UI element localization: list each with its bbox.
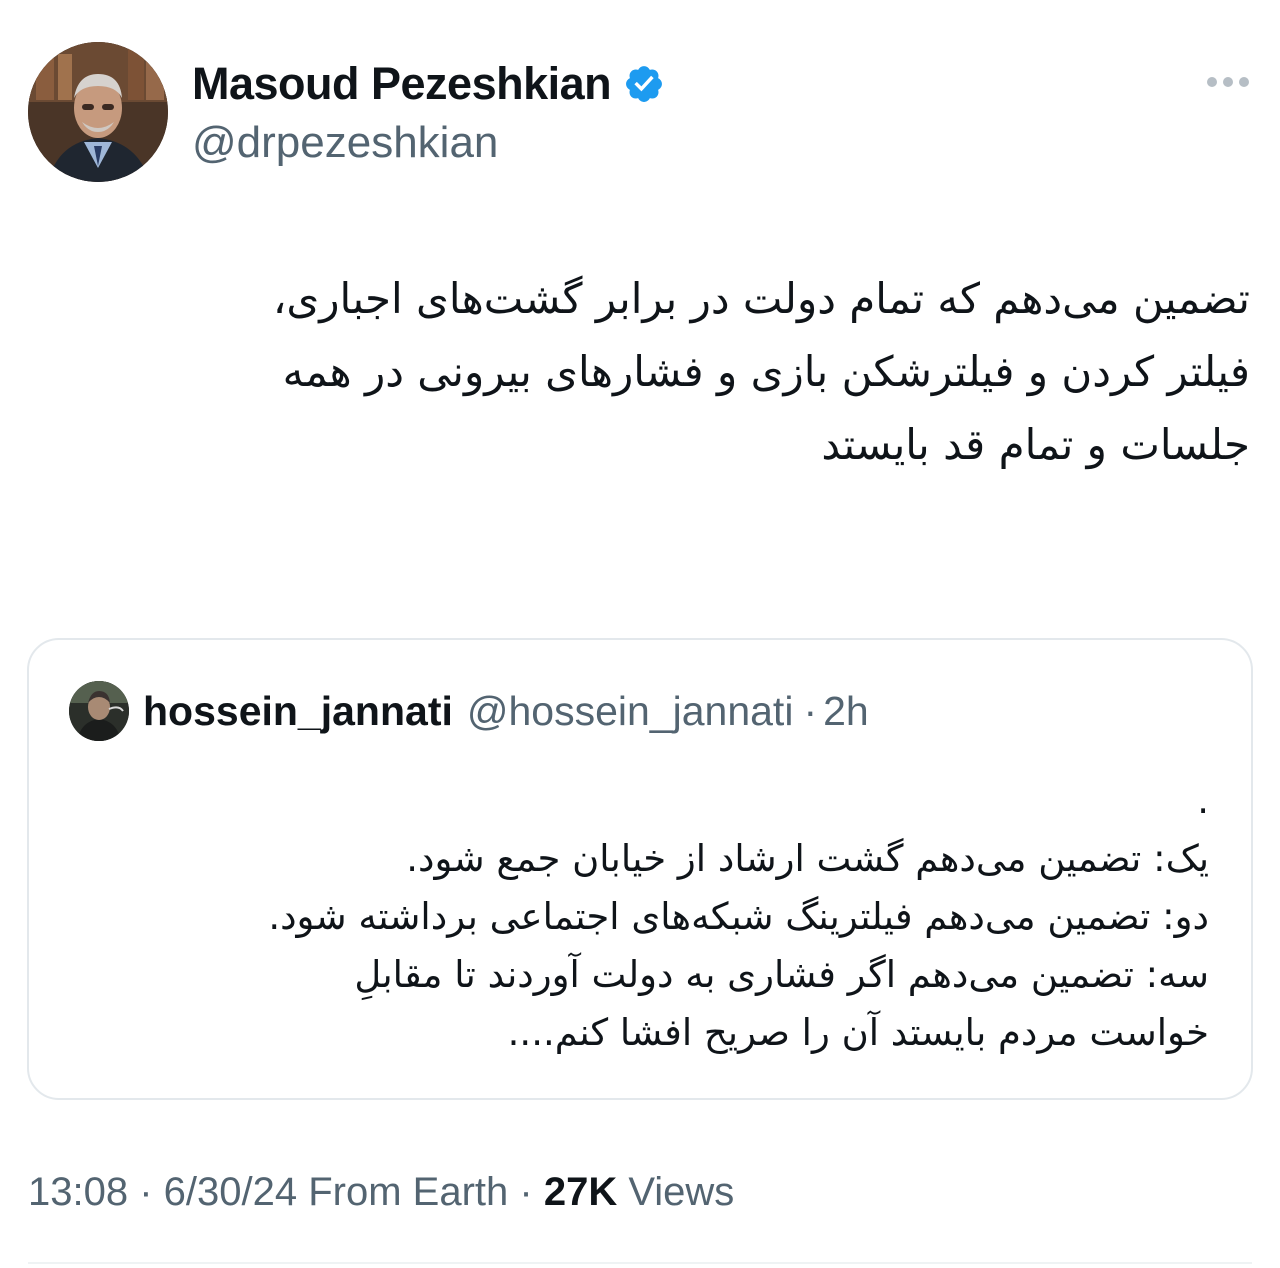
author-avatar[interactable] (28, 42, 168, 182)
quoted-tweet-header: hossein_jannati @hossein_jannati · 2h (69, 680, 869, 742)
views-label[interactable]: Views (617, 1170, 734, 1215)
tweet-date[interactable]: 6/30/24 (164, 1170, 297, 1215)
author-handle[interactable]: @drpezeshkian (192, 118, 498, 168)
tweet-text: تضمین می‌دهم که تمام دولت در برابر گشت‌ه… (272, 274, 1250, 469)
views-count[interactable]: 27K (544, 1170, 617, 1215)
quoted-author-avatar[interactable] (69, 681, 129, 741)
quoted-profile-photo-icon (69, 681, 129, 741)
author-name-row[interactable]: Masoud Pezeshkian (192, 56, 665, 112)
quoted-tweet-text: . یک: تضمین می‌دهم گشت ارشاد از خیابان ج… (268, 779, 1209, 1054)
tweet-meta: 13:08 · 6/30/24 From Earth · 27K Views (28, 1170, 734, 1215)
quoted-author-handle[interactable]: @hossein_jannati (467, 688, 794, 735)
tweet-source: From Earth (297, 1170, 509, 1214)
meta-separator: · (508, 1170, 544, 1214)
quoted-tweet-card[interactable]: hossein_jannati @hossein_jannati · 2h . … (27, 638, 1253, 1100)
divider (28, 1262, 1252, 1264)
quoted-author-name[interactable]: hossein_jannati (143, 688, 453, 735)
tweet-time[interactable]: 13:08 (28, 1170, 128, 1215)
verified-badge-icon (626, 66, 663, 102)
meta-separator: · (128, 1170, 164, 1214)
more-dots-icon (1207, 77, 1249, 87)
quoted-separator: · (803, 687, 818, 734)
more-options-button[interactable] (1196, 58, 1260, 106)
quoted-timestamp[interactable]: 2h (823, 688, 869, 735)
tweet-detail-page: Masoud Pezeshkian @drpezeshkian تضمین می… (0, 0, 1280, 1268)
author-display-name[interactable]: Masoud Pezeshkian (192, 58, 612, 110)
profile-photo-icon (28, 42, 168, 182)
